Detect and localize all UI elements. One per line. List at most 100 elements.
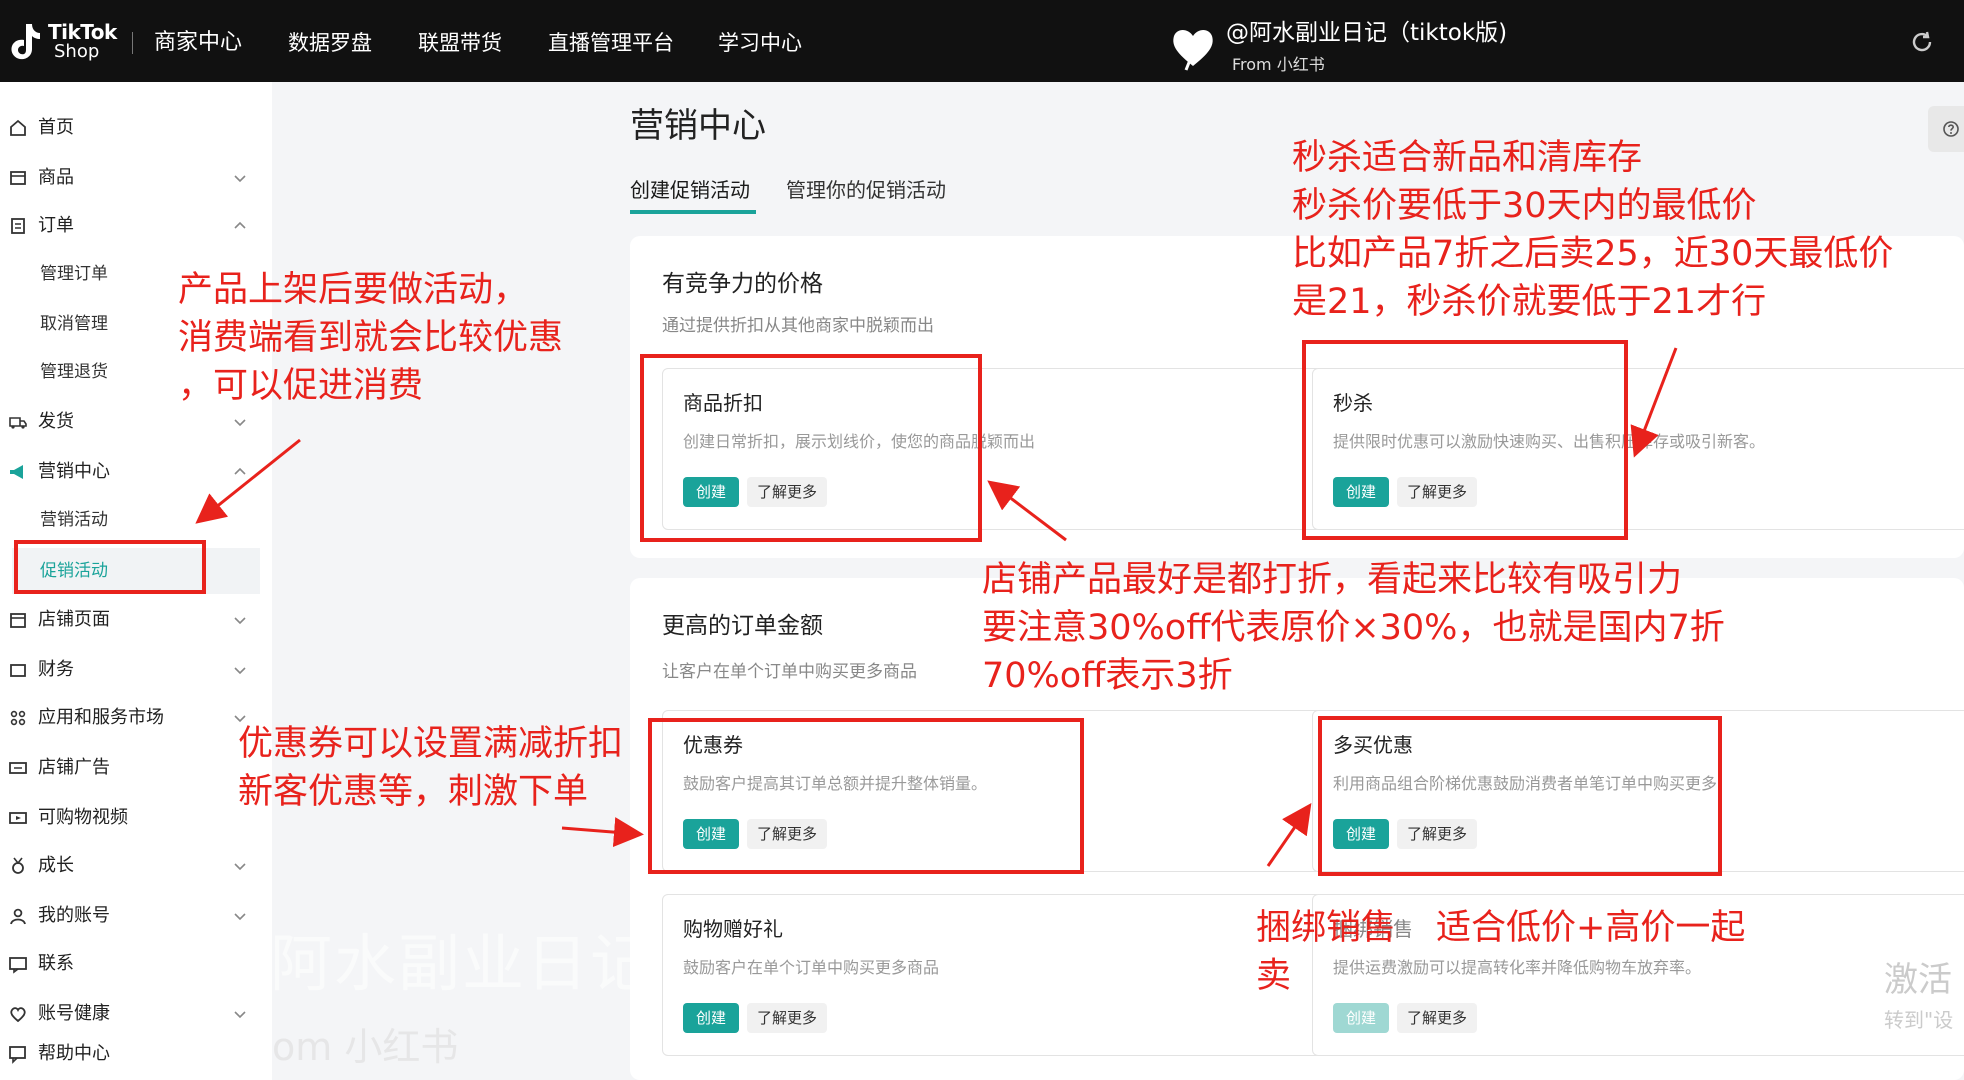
annotation-middle-line2: 要注意30%off代表原价×30%，也就是国内7折 xyxy=(982,608,1725,648)
sidebar-item-label: 成长 xyxy=(38,855,74,876)
health-icon xyxy=(10,1007,26,1023)
annotation-middle-line1: 店铺产品最好是都打折，看起来比较有吸引力 xyxy=(982,560,1683,600)
sidebar-item-label: 管理退货 xyxy=(40,362,108,382)
sidebar-item-help-center[interactable]: 帮助中心 xyxy=(0,1034,272,1074)
sidebar-item-shop-page[interactable]: 店铺页面 xyxy=(0,600,272,640)
truck-icon xyxy=(9,417,27,429)
highlight-box-flash-sale xyxy=(1302,340,1628,540)
store-icon xyxy=(10,613,26,628)
apps-icon xyxy=(10,710,26,726)
page-title: 营销中心 xyxy=(630,106,766,146)
tiktok-shop-logo[interactable]: TikTok Shop xyxy=(8,18,128,66)
section-title: 有竞争力的价格 xyxy=(662,271,823,297)
sidebar-item-campaigns[interactable]: 营销活动 xyxy=(0,500,272,540)
sidebar-item-growth[interactable]: 成长 xyxy=(0,846,272,886)
annotation-bundle-label: 捆绑销售 xyxy=(1256,908,1397,948)
refresh-icon[interactable] xyxy=(1910,30,1934,54)
highlight-box-product-discount xyxy=(640,354,982,542)
card-title: 购物赠好礼 xyxy=(683,917,783,941)
sidebar-item-label: 账号健康 xyxy=(38,1003,110,1024)
learn-more-button[interactable]: 了解更多 xyxy=(1397,1003,1477,1033)
sidebar-item-home[interactable]: 首页 xyxy=(0,108,272,148)
topbar-divider xyxy=(132,32,133,54)
create-button[interactable]: 创建 xyxy=(1333,1003,1389,1033)
sidebar-item-label: 应用和服务市场 xyxy=(38,707,164,728)
watermark-from: From 小红书 xyxy=(1232,55,1325,74)
home-icon xyxy=(10,119,26,136)
chevron-down-icon xyxy=(234,863,246,871)
chevron-down-icon xyxy=(234,617,246,625)
highlight-box-buy-more xyxy=(1318,716,1722,876)
tab-manage-promotions[interactable]: 管理你的促销活动 xyxy=(786,176,946,204)
sidebar-item-label: 发货 xyxy=(38,411,74,432)
nav-live-manager[interactable]: 直播管理平台 xyxy=(548,28,674,58)
annotation-right-top-line3: 比如产品7折之后卖25，近30天最低价 xyxy=(1292,234,1894,274)
annotation-left-bottom-line2: 新客优惠等，刺激下单 xyxy=(238,772,589,812)
sidebar-item-label: 管理订单 xyxy=(40,264,108,284)
product-icon xyxy=(10,171,26,185)
watermark-sub: om 小红书 xyxy=(272,1025,459,1069)
tab-create-promotion[interactable]: 创建促销活动 xyxy=(630,176,750,204)
megaphone-icon xyxy=(10,465,23,479)
ads-icon xyxy=(9,762,27,774)
activation-watermark: 激活 xyxy=(1884,960,1952,1000)
chevron-down-icon xyxy=(234,175,246,183)
sidebar-item-label: 财务 xyxy=(38,659,74,680)
sidebar-item-my-account[interactable]: 我的账号 xyxy=(0,896,272,936)
section-description: 让客户在单个订单中购买更多商品 xyxy=(662,662,917,682)
nav-learning-center[interactable]: 学习中心 xyxy=(718,28,802,58)
nav-affiliate[interactable]: 联盟带货 xyxy=(418,28,502,58)
sidebar-item-orders[interactable]: 订单 xyxy=(0,206,272,246)
sidebar-item-label: 营销中心 xyxy=(38,461,110,482)
sidebar-item-label: 商品 xyxy=(38,167,74,188)
annotation-right-top-line4: 是21，秒杀价就要低于21才行 xyxy=(1292,282,1767,322)
sidebar-item-shop-ads[interactable]: 店铺广告 xyxy=(0,748,272,788)
nav-seller-center[interactable]: 商家中心 xyxy=(154,28,242,58)
annotation-left-top-line1: 产品上架后要做活动， xyxy=(178,270,529,310)
annotation-left-top-line2: 消费端看到就会比较优惠 xyxy=(178,318,564,358)
chevron-down-icon xyxy=(234,913,246,921)
xiaohongshu-heart-icon xyxy=(1173,30,1213,71)
sidebar-item-marketing[interactable]: 营销中心 xyxy=(0,452,272,492)
tiktok-note-icon xyxy=(11,24,40,60)
card-gift-with-purchase[interactable]: 购物赠好礼 鼓励客户在单个订单中购买更多商品 创建 了解更多 xyxy=(662,894,1322,1056)
wallet-icon xyxy=(10,664,26,677)
annotation-middle-line3: 70%off表示3折 xyxy=(982,656,1233,696)
sidebar-item-label: 订单 xyxy=(38,215,74,236)
highlight-box-coupon xyxy=(648,718,1084,874)
brand-line2: Shop xyxy=(54,41,100,62)
activation-watermark-sub: 转到"设 xyxy=(1884,1008,1954,1032)
sidebar-item-label: 联系 xyxy=(38,953,74,974)
sidebar-item-label: 营销活动 xyxy=(40,510,108,530)
sidebar-item-label: 店铺页面 xyxy=(38,609,110,630)
watermark-text: 阿水副业日记 xyxy=(270,927,655,1000)
nav-data-compass[interactable]: 数据罗盘 xyxy=(288,28,372,58)
section-description: 通过提供折扣从其他商家中脱颖而出 xyxy=(662,316,934,336)
watermark-account: @阿水副业日记（tiktok版) xyxy=(1226,20,1508,46)
order-icon xyxy=(11,218,25,234)
chevron-down-icon xyxy=(234,667,246,675)
help-button[interactable] xyxy=(1928,106,1964,152)
annotation-right-top-line2: 秒杀价要低于30天内的最低价 xyxy=(1292,186,1757,226)
sidebar-item-label: 帮助中心 xyxy=(38,1043,110,1064)
sidebar-item-label: 店铺广告 xyxy=(38,757,110,778)
question-icon xyxy=(1943,121,1959,137)
sidebar-item-account-health[interactable]: 账号健康 xyxy=(0,994,272,1034)
create-button[interactable]: 创建 xyxy=(683,1003,739,1033)
highlight-box-promotions xyxy=(14,540,206,594)
sidebar-item-contact[interactable]: 联系 xyxy=(0,944,272,984)
sidebar-item-label: 首页 xyxy=(38,117,74,138)
learn-more-button[interactable]: 了解更多 xyxy=(747,1003,827,1033)
active-tab-indicator xyxy=(630,210,756,214)
sidebar-item-shoppable-video[interactable]: 可购物视频 xyxy=(0,798,272,838)
annotation-bundle-note2: 卖 xyxy=(1256,956,1292,996)
chat-icon xyxy=(9,957,27,974)
help-icon xyxy=(9,1046,26,1064)
screen: TikTok Shop 商家中心 数据罗盘 联盟带货 直播管理平台 学习中心 @… xyxy=(0,0,1964,1080)
sidebar-item-finance[interactable]: 财务 xyxy=(0,650,272,690)
annotation-left-bottom-line1: 优惠券可以设置满减折扣 xyxy=(238,724,624,764)
sidebar-item-products[interactable]: 商品 xyxy=(0,158,272,198)
sidebar-item-app-market[interactable]: 应用和服务市场 xyxy=(0,698,272,738)
sidebar-item-label: 取消管理 xyxy=(40,314,108,334)
card-description: 鼓励客户在单个订单中购买更多商品 xyxy=(683,958,940,977)
